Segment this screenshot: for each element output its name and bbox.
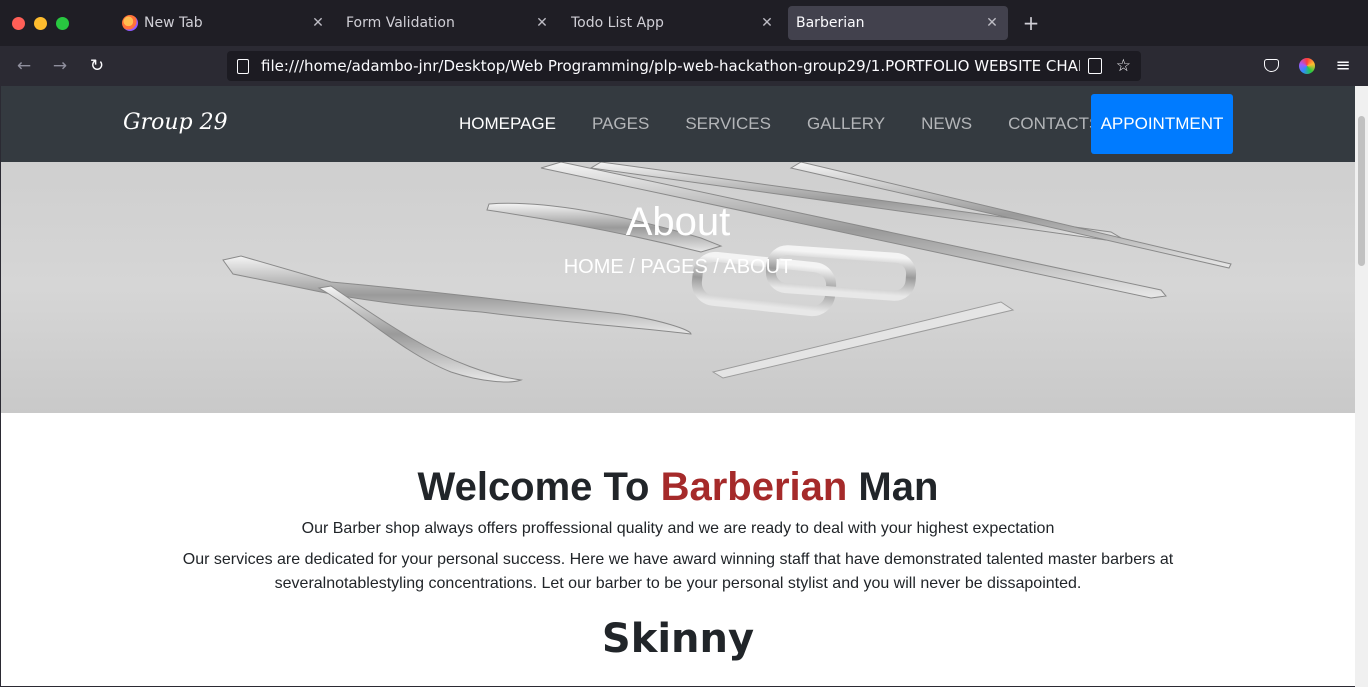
close-icon[interactable]: ✕ (759, 15, 775, 31)
nav-gallery[interactable]: GALLERY (789, 114, 903, 134)
close-icon[interactable]: ✕ (984, 15, 1000, 31)
page-scrollbar[interactable] (1355, 86, 1368, 687)
close-icon[interactable]: ✕ (534, 15, 550, 31)
lead-text: Our Barber shop always offers proffessio… (301, 520, 1055, 537)
nav-services[interactable]: SERVICES (667, 114, 789, 134)
pocket-icon[interactable] (1259, 54, 1283, 78)
section-heading: Skinny (601, 616, 755, 662)
browser-toolbar: ← → ↻ file:///home/adambo-jnr/Desktop/We… (0, 46, 1368, 86)
url-text[interactable]: file:///home/adambo-jnr/Desktop/Web Prog… (261, 57, 1080, 75)
nav-pages[interactable]: PAGES (574, 114, 667, 134)
forward-icon[interactable]: → (48, 54, 72, 78)
hero-banner: About HOME / PAGES / ABOUT (1, 162, 1355, 413)
brand-logo[interactable]: Group 29 (123, 110, 228, 135)
about-paragraph: Our services are dedicated for your pers… (182, 551, 1174, 592)
nav-news[interactable]: NEWS (903, 114, 990, 134)
tab-title: Barberian (796, 15, 865, 31)
site-header: Group 29 HOMEPAGE PAGES SERVICES GALLERY… (1, 86, 1355, 162)
tab-barberian[interactable]: Barberian ✕ (788, 6, 1008, 40)
new-tab-plus-icon[interactable]: + (1020, 10, 1042, 36)
breadcrumb: HOME / PAGES / ABOUT (563, 256, 793, 278)
firefox-icon (122, 15, 138, 31)
tab-form-validation[interactable]: Form Validation ✕ (338, 6, 558, 40)
bookmark-star-icon[interactable]: ☆ (1116, 56, 1131, 76)
minimize-window-button[interactable] (34, 17, 47, 30)
maximize-window-button[interactable] (56, 17, 69, 30)
appointment-button[interactable]: APPOINTMENT (1091, 94, 1233, 154)
tab-title: Todo List App (571, 15, 664, 31)
browser-tab-bar: New Tab ✕ Form Validation ✕ Todo List Ap… (0, 0, 1368, 46)
reload-icon[interactable]: ↻ (85, 54, 109, 78)
welcome-heading: Welcome To Barberian Man (1, 465, 1355, 510)
back-icon[interactable]: ← (12, 54, 36, 78)
tab-todo-list-app[interactable]: Todo List App ✕ (563, 6, 783, 40)
menu-icon[interactable]: ≡ (1331, 54, 1355, 78)
welcome-accent: Barberian (660, 465, 848, 509)
scrollbar-thumb[interactable] (1358, 116, 1365, 266)
tab-title: New Tab (144, 15, 203, 31)
page-viewport: Group 29 HOMEPAGE PAGES SERVICES GALLERY… (1, 86, 1355, 686)
main-nav: HOMEPAGE PAGES SERVICES GALLERY NEWS CON… (441, 86, 1118, 162)
nav-homepage[interactable]: HOMEPAGE (441, 114, 574, 134)
extension-icon[interactable] (1295, 54, 1319, 78)
tab-new-tab[interactable]: New Tab ✕ (114, 6, 334, 40)
page-icon (237, 58, 249, 74)
close-window-button[interactable] (12, 17, 25, 30)
close-icon[interactable]: ✕ (310, 15, 326, 31)
page-title: About (625, 200, 731, 244)
reader-view-icon[interactable] (1087, 58, 1102, 74)
welcome-suffix: Man (847, 465, 939, 509)
about-section: Welcome To Barberian Man Our Barber shop… (1, 413, 1355, 662)
tab-title: Form Validation (346, 15, 455, 31)
url-bar[interactable]: file:///home/adambo-jnr/Desktop/Web Prog… (227, 51, 1141, 81)
welcome-prefix: Welcome To (417, 465, 661, 509)
